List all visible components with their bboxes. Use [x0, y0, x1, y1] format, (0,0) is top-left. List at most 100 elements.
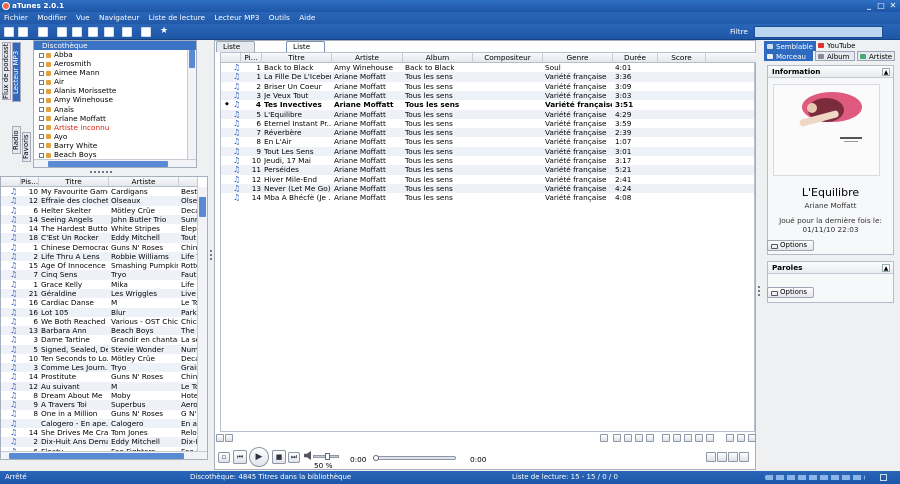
toggle-navigator-icon[interactable] — [57, 27, 67, 37]
refresh-icon[interactable] — [18, 27, 28, 37]
rating-icon[interactable] — [726, 434, 734, 442]
tab-album[interactable]: Album — [815, 51, 855, 61]
expand-icon[interactable] — [39, 152, 44, 158]
playlist-row[interactable]: ♫ 5 L'Equilibre Ariane Moffatt Tous les sens… — [221, 109, 754, 119]
info-icon[interactable] — [737, 434, 745, 442]
expand-icon[interactable] — [39, 143, 44, 149]
information-options-button[interactable]: Options — [767, 240, 815, 251]
menu-aide[interactable]: Aide — [299, 13, 315, 22]
pl-header-title[interactable]: Titre — [262, 53, 332, 63]
pl-header-composer[interactable]: Compositeur — [473, 53, 543, 63]
library-row[interactable]: ♫ 14 The Hardest Butto... White Stripes Elep… — [1, 224, 198, 233]
tab-playlist-1[interactable]: Liste de lecture 1✕ — [286, 41, 326, 81]
mode-shuffle-icon[interactable] — [717, 452, 727, 462]
library-row[interactable]: ♫ 8Dream About Me Moby Hotel — [1, 391, 198, 400]
left-splitter[interactable] — [0, 168, 208, 176]
library-row[interactable]: ♫ 14She Drives Me Cra...Tom Jones Reloa — [1, 428, 198, 437]
library-row[interactable]: ♫ 10 My Favourite Game Cardigans Best — [1, 187, 198, 196]
playlist-row[interactable]: ♫ 13 Never (Let Me Go)... Ariane Moffatt Tou… — [221, 183, 754, 194]
tab-youtube[interactable]: YouTube — [816, 41, 860, 51]
playlist-row[interactable]: ♫ 14 Mba A Bhécfè (Je ... Ariane Moffatt Tou… — [221, 193, 754, 202]
library-row[interactable]: ♫ 16Lot 105 Blur Parkli — [1, 307, 198, 317]
volume-slider[interactable] — [313, 453, 339, 460]
toggle-playlist-icon[interactable] — [88, 27, 98, 37]
toggle-context-icon[interactable] — [104, 27, 114, 37]
menu-lecteur-mp3[interactable]: Lecteur MP3 — [214, 13, 259, 22]
toggle-filter-icon[interactable] — [72, 27, 82, 37]
playlist-row[interactable]: ♫ 9 Tout Les Sens Ariane Moffatt Tous les se… — [221, 146, 754, 156]
minimize-button[interactable]: _ — [864, 2, 874, 10]
library-scroll-thumb[interactable] — [199, 197, 206, 217]
expand-icon[interactable] — [39, 61, 44, 67]
playlist-new-icon[interactable] — [216, 434, 224, 442]
expand-icon[interactable] — [39, 134, 44, 140]
playlist-row[interactable]: ♫ 2 Briser Un Coeur Ariane Moffatt Tous les … — [221, 82, 754, 91]
playlist-open-icon[interactable] — [225, 434, 233, 442]
move-down-icon[interactable] — [662, 434, 670, 442]
playlist-row[interactable]: ♫ 11 Perséides Ariane Moffatt Tous les sens V… — [221, 165, 754, 175]
expand-icon[interactable] — [39, 125, 44, 131]
expand-icon[interactable] — [39, 97, 44, 103]
library-row[interactable]: ♫ 13Barbara Ann Beach Boys The G — [1, 326, 198, 336]
device-icon[interactable] — [122, 27, 132, 37]
playlist-row[interactable]: ♫ 6 Eternel Instant Pr... Ariane Moffatt Tou… — [221, 119, 754, 128]
tree-artist-item[interactable]: Ayo — [34, 132, 196, 141]
library-row[interactable]: ♫ 2Dix-Huit Ans DemainEddy Mitchell Dix-H — [1, 437, 198, 447]
menu-fichier[interactable]: Fichier — [4, 13, 28, 22]
tree-artist-item[interactable]: Arlane Moffatt — [34, 114, 196, 123]
collapse-icon[interactable]: ▲ — [882, 68, 890, 76]
library-row[interactable]: ♫ 12Au suivant M Le To — [1, 381, 198, 391]
menu-navigateur[interactable]: Navigateur — [99, 13, 139, 22]
tree-root-library[interactable]: Discothèque — [34, 41, 196, 50]
mode-normalize-icon[interactable] — [739, 452, 749, 462]
library-hscroll-thumb[interactable] — [9, 453, 184, 459]
playlist-row[interactable]: ♫ 3 Je Veux Tout Ariane Moffatt Tous les sen… — [221, 90, 754, 101]
star-icon[interactable]: ★ — [160, 27, 170, 37]
tab-playlist[interactable]: Liste de lecture — [216, 41, 256, 71]
move-up-icon[interactable] — [635, 434, 643, 442]
remove-icon[interactable] — [695, 434, 703, 442]
stop-button[interactable]: ■ — [272, 450, 286, 464]
expand-icon[interactable] — [39, 88, 44, 94]
tree-scroll-thumb[interactable] — [189, 50, 195, 68]
play-button[interactable]: ▶ — [249, 447, 269, 467]
tree-artist-item[interactable]: Anaïs — [34, 105, 196, 114]
favorite-icon[interactable] — [684, 434, 692, 442]
tab-song[interactable]: Morceau — [764, 51, 813, 61]
pl-header-genre[interactable]: Genre — [543, 53, 613, 63]
menu-vue[interactable]: Vue — [76, 13, 90, 22]
library-row[interactable]: ♫ 21Géraldine Les Wriggles Live 9 — [1, 288, 198, 299]
library-scrollbar[interactable] — [197, 187, 207, 451]
playlist-row[interactable]: ♫ 1 Back to Black Amy Winehouse Back to Blac… — [221, 63, 754, 72]
tab-mp3-player[interactable]: Lecteur MP3 — [12, 42, 21, 102]
mode-weak-icon[interactable] — [728, 452, 738, 462]
tree-artist-item[interactable]: Beach Boys — [34, 150, 196, 159]
library-row[interactable]: ♫ 6 We Both Reached ... Various - OST Chic.… — [1, 317, 198, 326]
lyrics-collapse-icon[interactable]: ▲ — [882, 264, 890, 272]
playlist-row[interactable]: ◆ ♫ 4 Tes Invectives Ariane Moffatt Tous les … — [221, 100, 754, 109]
clear-icon[interactable] — [706, 434, 714, 442]
tab-favorites[interactable]: Favoris — [22, 132, 31, 162]
settings-icon[interactable] — [141, 27, 151, 37]
library-row[interactable]: ♫ 6Helter Skelter Mötley Crüe Decad — [1, 206, 198, 215]
expand-icon[interactable] — [39, 52, 44, 58]
library-row[interactable]: ♫ 1Grace Kelly Mika Life in — [1, 280, 198, 289]
library-row[interactable]: ♫ 10Ten Seconds to Lo...Mötley Crüe Decad — [1, 354, 198, 363]
expand-icon[interactable] — [39, 107, 44, 113]
tree-artist-item[interactable]: Alanis Morissette — [34, 86, 196, 95]
move-top-icon[interactable] — [646, 434, 654, 442]
playlist-row[interactable]: ♫ 8 En L'Air Ariane Moffatt Tous les sens Var… — [221, 137, 754, 146]
menu-outils[interactable]: Outils — [269, 13, 290, 22]
mode-repeat-icon[interactable] — [706, 452, 716, 462]
progress-thumb[interactable] — [373, 455, 379, 461]
header-title[interactable]: Titre — [39, 177, 109, 187]
next-button[interactable]: ⏭ — [288, 452, 300, 463]
library-row[interactable]: ♫ 15 Age Of Innocence Smashing Pumpkins Rott… — [1, 261, 198, 270]
expand-icon[interactable] — [39, 116, 44, 122]
delete-icon[interactable] — [748, 434, 756, 442]
shuffle-button[interactable]: ▫ — [218, 452, 230, 463]
expand-icon[interactable] — [39, 70, 44, 76]
lyrics-header[interactable]: Paroles ▲ — [768, 262, 893, 274]
shuffle-playlist-icon[interactable] — [624, 434, 632, 442]
tab-radio[interactable]: Radio — [12, 126, 21, 154]
